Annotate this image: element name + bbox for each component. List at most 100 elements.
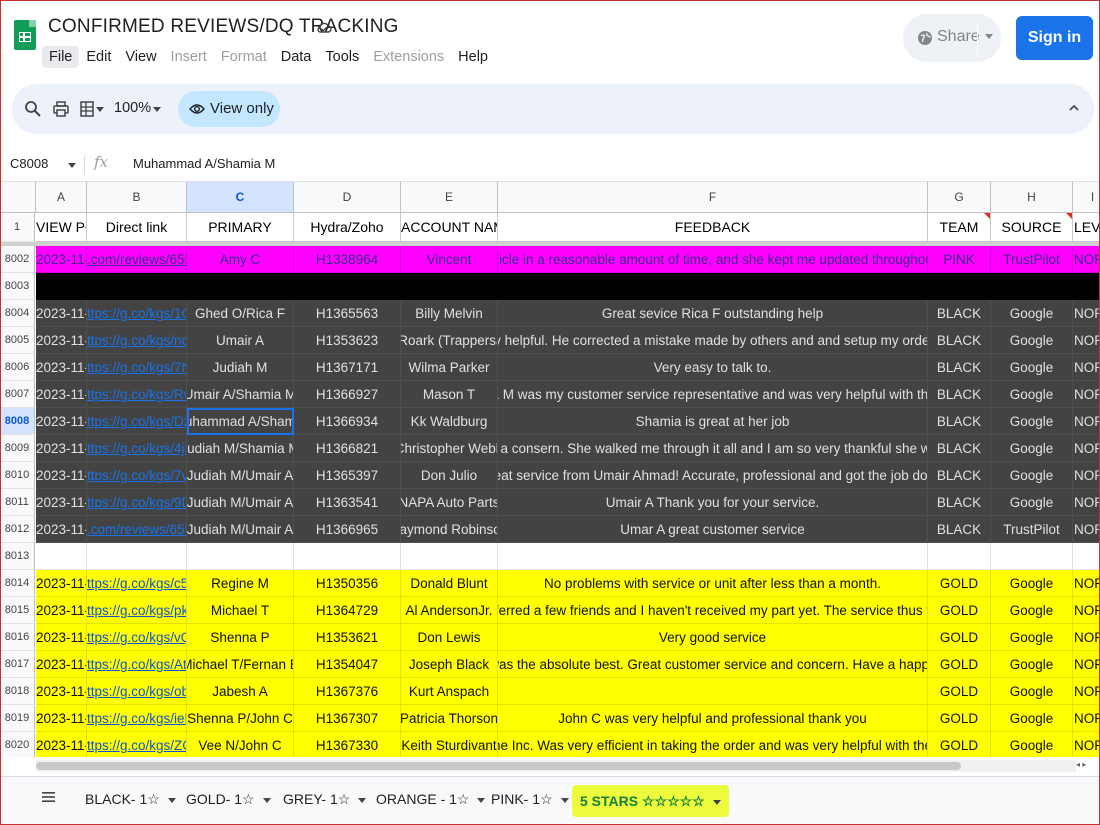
sheets-logo-icon[interactable] bbox=[14, 20, 36, 50]
cell-h-8020[interactable]: Google bbox=[991, 732, 1073, 757]
menu-help[interactable]: Help bbox=[451, 46, 495, 68]
sheet-tab-dropdown-icon[interactable] bbox=[358, 797, 367, 803]
cell-a-8014[interactable]: 2023-11-24 bbox=[36, 570, 87, 597]
cell-h-8009[interactable]: Google bbox=[991, 435, 1073, 462]
cell-d-8005[interactable]: H1353623 bbox=[294, 327, 401, 354]
row-number[interactable]: 8012 bbox=[0, 516, 35, 543]
cell-c-8019[interactable]: Shenna P/John C bbox=[187, 705, 294, 732]
cell-f-8013[interactable] bbox=[498, 543, 928, 570]
share-button[interactable]: Share bbox=[903, 14, 1001, 62]
cell-d-8012[interactable]: H1366965 bbox=[294, 516, 401, 543]
cell-a-8009[interactable]: 2023-11-22 bbox=[36, 435, 87, 462]
cell-g-8006[interactable]: BLACK bbox=[928, 354, 991, 381]
cell-i-8003[interactable] bbox=[1073, 273, 1100, 300]
cell-e-8002[interactable]: Vincent bbox=[401, 246, 498, 273]
cell-d-8014[interactable]: H1350356 bbox=[294, 570, 401, 597]
name-box[interactable]: C8008 bbox=[10, 156, 48, 171]
cell-i-8009[interactable]: NORMAL bbox=[1073, 435, 1100, 462]
cell-c-8010[interactable]: Judiah M/Umair A bbox=[187, 462, 294, 489]
cell-h-8004[interactable]: Google bbox=[991, 300, 1073, 327]
column-header-g[interactable]: G bbox=[928, 182, 991, 212]
scroll-arrows[interactable]: ◂ ▸ bbox=[1076, 760, 1098, 772]
cell-a-8019[interactable]: 2023-11-24 bbox=[36, 705, 87, 732]
menu-file[interactable]: File bbox=[42, 46, 80, 68]
cell-c-8012[interactable]: Judiah M/Umair A bbox=[187, 516, 294, 543]
cell-g-8005[interactable]: BLACK bbox=[928, 327, 991, 354]
cell-g-8014[interactable]: GOLD bbox=[928, 570, 991, 597]
cell-f-8005[interactable]: was very helpful. He corrected a mistake… bbox=[498, 327, 928, 354]
sheet-tab-1[interactable]: GOLD- 1☆ bbox=[186, 791, 271, 808]
cell-c-8008[interactable]: Muhammad A/Shamia bbox=[187, 408, 294, 435]
cell-g-8015[interactable]: GOLD bbox=[928, 597, 991, 624]
cell-e-8010[interactable]: Don Julio bbox=[401, 462, 498, 489]
cell-h-8002[interactable]: TrustPilot bbox=[991, 246, 1073, 273]
cell-i-8018[interactable]: NORMAL bbox=[1073, 678, 1100, 705]
cell-e-8014[interactable]: Donald Blunt bbox=[401, 570, 498, 597]
cell-e-8008[interactable]: Kk Waldburg bbox=[401, 408, 498, 435]
cell-d-8008[interactable]: H1366934 bbox=[294, 408, 401, 435]
sheet-tab-dropdown-icon[interactable] bbox=[712, 799, 721, 805]
cell-e-8004[interactable]: Billy Melvin bbox=[401, 300, 498, 327]
cell-f-8009[interactable]: ds if I have a consern. She walked me th… bbox=[498, 435, 928, 462]
cell-f-8012[interactable]: Umar A great customer service bbox=[498, 516, 928, 543]
cell-e-8012[interactable]: Raymond Robinson bbox=[401, 516, 498, 543]
cell-i-8019[interactable]: NORMAL bbox=[1073, 705, 1100, 732]
cell-b-8020[interactable]: ttps://g.co/kgs/ZGLb bbox=[87, 732, 187, 757]
cell-a-8008[interactable]: 2023-11-23 bbox=[36, 408, 87, 435]
cell-b-8013[interactable] bbox=[87, 543, 187, 570]
cell-d-8019[interactable]: H1367307 bbox=[294, 705, 401, 732]
menu-data[interactable]: Data bbox=[274, 46, 319, 68]
sheet-tab-dropdown-icon[interactable] bbox=[560, 797, 569, 803]
cell-c-8005[interactable]: Umair A bbox=[187, 327, 294, 354]
row-number[interactable]: 1 bbox=[0, 213, 35, 242]
cell-d-8006[interactable]: H1367171 bbox=[294, 354, 401, 381]
cell-f-8003[interactable] bbox=[498, 273, 928, 300]
cell-h-8014[interactable]: Google bbox=[991, 570, 1073, 597]
cell-f-8014[interactable]: No problems with service or unit after l… bbox=[498, 570, 928, 597]
cell-e-8009[interactable]: Christopher Webb bbox=[401, 435, 498, 462]
column-header-i[interactable]: I bbox=[1073, 182, 1100, 212]
cell-c-8014[interactable]: Regine M bbox=[187, 570, 294, 597]
cell-i-8007[interactable]: NORMAL bbox=[1073, 381, 1100, 408]
zoom-select[interactable]: 100% bbox=[114, 100, 151, 116]
cell-f-8017[interactable]: Fernan was the absolute best. Great cust… bbox=[498, 651, 928, 678]
column-header-f[interactable]: F bbox=[498, 182, 928, 212]
cell-h-8012[interactable]: TrustPilot bbox=[991, 516, 1073, 543]
cell-e-8015[interactable]: Al AndersonJr. bbox=[401, 597, 498, 624]
share-dropdown-icon[interactable] bbox=[985, 34, 993, 39]
view-only-button[interactable]: View only bbox=[178, 91, 280, 127]
row-number[interactable]: 8013 bbox=[0, 543, 35, 570]
header-b[interactable]: Direct link bbox=[87, 213, 187, 242]
cell-h-8003[interactable] bbox=[991, 273, 1073, 300]
cell-b-8005[interactable]: ttps://g.co/kgs/ncVa bbox=[87, 327, 187, 354]
cell-a-8016[interactable]: 2023-11-25 bbox=[36, 624, 87, 651]
row-number[interactable]: 8004 bbox=[0, 300, 35, 327]
column-header-h[interactable]: H bbox=[991, 182, 1073, 212]
document-title[interactable]: CONFIRMED REVIEWS/DQ TRACKING bbox=[48, 16, 399, 38]
row-number[interactable]: 8003 bbox=[0, 273, 35, 300]
cell-i-8008[interactable]: NORMAL bbox=[1073, 408, 1100, 435]
cell-b-8008[interactable]: ttps://g.co/kgs/Dz5d bbox=[87, 408, 187, 435]
cell-c-8016[interactable]: Shenna P bbox=[187, 624, 294, 651]
cell-g-8008[interactable]: BLACK bbox=[928, 408, 991, 435]
cell-f-8010[interactable]: Great service from Umair Ahmad! Accurate… bbox=[498, 462, 928, 489]
print-icon[interactable] bbox=[52, 100, 70, 118]
sheet-tab-dropdown-icon[interactable] bbox=[477, 797, 486, 803]
horizontal-scrollbar[interactable] bbox=[36, 760, 1076, 772]
cell-i-8006[interactable]: NORMAL bbox=[1073, 354, 1100, 381]
menu-insert[interactable]: Insert bbox=[164, 46, 214, 68]
cell-b-8016[interactable]: ttps://g.co/kgs/vQvx bbox=[87, 624, 187, 651]
cell-g-8002[interactable]: PINK bbox=[928, 246, 991, 273]
cell-h-8018[interactable]: Google bbox=[991, 678, 1073, 705]
cell-f-8015[interactable]: already referred a few friends and I hav… bbox=[498, 597, 928, 624]
cell-d-8002[interactable]: H1338964 bbox=[294, 246, 401, 273]
row-number[interactable]: 8016 bbox=[0, 624, 35, 651]
cell-f-8006[interactable]: Very easy to talk to. bbox=[498, 354, 928, 381]
cell-g-8020[interactable]: GOLD bbox=[928, 732, 991, 757]
row-number[interactable]: 8019 bbox=[0, 705, 35, 732]
row-number[interactable]: 8011 bbox=[0, 489, 35, 516]
cell-e-8018[interactable]: Kurt Anspach bbox=[401, 678, 498, 705]
cell-e-8005[interactable]: n Roark (Trappersan bbox=[401, 327, 498, 354]
header-h[interactable]: SOURCE bbox=[991, 213, 1073, 242]
cell-i-8012[interactable]: NORMAL bbox=[1073, 516, 1100, 543]
